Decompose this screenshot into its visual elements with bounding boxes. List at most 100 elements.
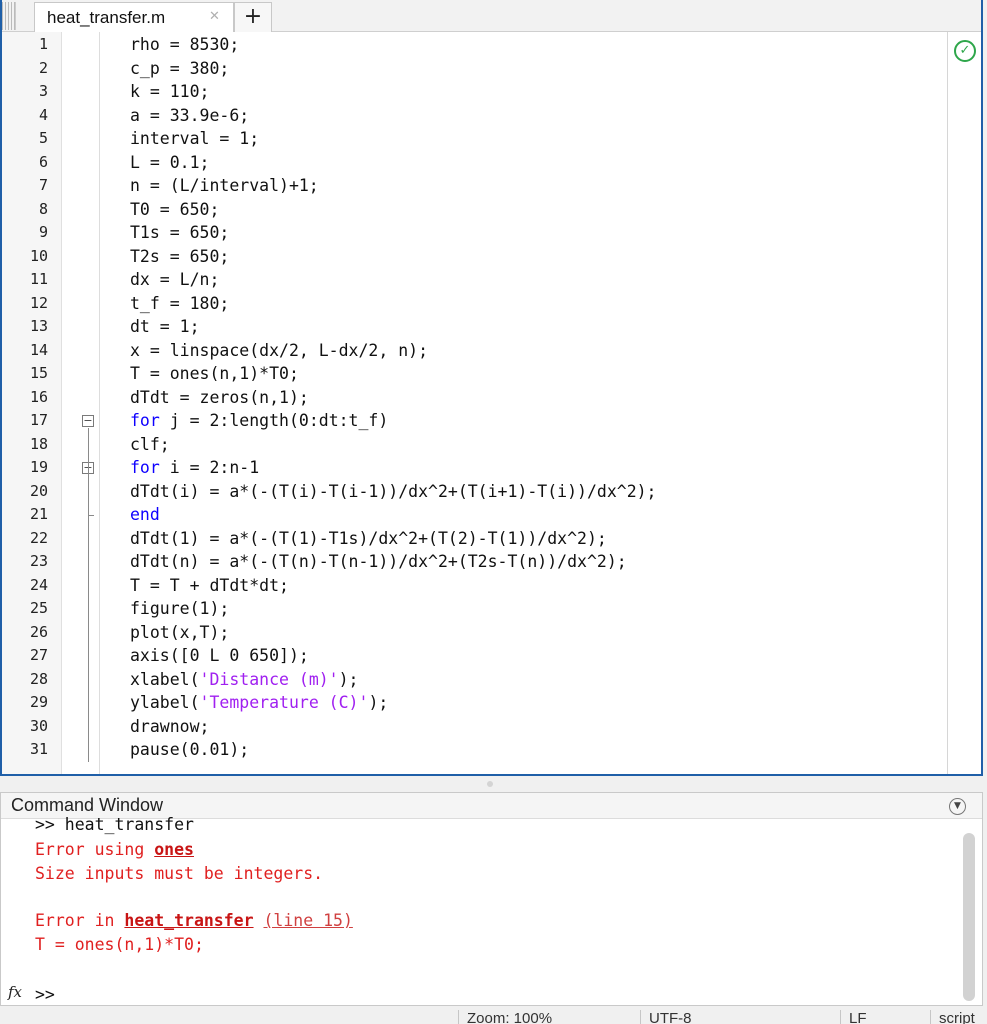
- file-type[interactable]: script: [930, 1010, 987, 1024]
- code-line[interactable]: interval = 1;: [130, 127, 259, 151]
- line-number[interactable]: 1: [2, 33, 48, 57]
- status-bar: Zoom: 100% UTF-8 LF script: [0, 1006, 987, 1024]
- code-line[interactable]: T2s = 650;: [130, 245, 229, 269]
- chevron-down-icon[interactable]: ▼: [949, 798, 966, 815]
- line-number[interactable]: 5: [2, 127, 48, 151]
- line-number[interactable]: 29: [2, 691, 48, 715]
- code-line[interactable]: ylabel('Temperature (C)');: [130, 691, 388, 715]
- code-line[interactable]: x = linspace(dx/2, L-dx/2, n);: [130, 339, 428, 363]
- code-line[interactable]: figure(1);: [130, 597, 229, 621]
- fold-guide: [88, 428, 89, 762]
- code-token: );: [338, 669, 359, 689]
- code-line[interactable]: T0 = 650;: [130, 198, 219, 222]
- line-number[interactable]: 21: [2, 503, 48, 527]
- code-line[interactable]: end: [130, 503, 160, 527]
- code-line[interactable]: n = (L/interval)+1;: [130, 174, 319, 198]
- line-number[interactable]: 19: [2, 456, 48, 480]
- code-line[interactable]: dTdt(i) = a*(-(T(i)-T(i-1))/dx^2+(T(i+1)…: [130, 480, 657, 504]
- error-line-1: Error using ones: [35, 838, 194, 862]
- code-line[interactable]: plot(x,T);: [130, 621, 229, 645]
- panel-splitter[interactable]: [0, 776, 987, 792]
- line-number[interactable]: 3: [2, 80, 48, 104]
- code-line[interactable]: dx = L/n;: [130, 268, 219, 292]
- close-icon[interactable]: ✕: [209, 9, 220, 24]
- splitter-handle-icon[interactable]: [487, 781, 493, 787]
- code-line[interactable]: dTdt(1) = a*(-(T(1)-T1s)/dx^2+(T(2)-T(1)…: [130, 527, 607, 551]
- code-line[interactable]: for i = 2:n-1: [130, 456, 259, 480]
- code-token: T0 = 650;: [130, 199, 220, 219]
- error-link-line[interactable]: (line 15): [263, 911, 352, 930]
- code-token: axis([0 L 0 650]);: [130, 646, 309, 665]
- line-number[interactable]: 24: [2, 574, 48, 598]
- code-line[interactable]: k = 110;: [130, 80, 209, 104]
- code-token: k = 110;: [130, 82, 210, 101]
- code-line[interactable]: T1s = 650;: [130, 221, 229, 245]
- zoom-level[interactable]: Zoom: 100%: [458, 1010, 636, 1024]
- code-token: drawnow;: [130, 716, 210, 736]
- line-number[interactable]: 22: [2, 527, 48, 551]
- error-message: Size inputs must be integers.: [35, 864, 324, 883]
- fold-toggle-icon[interactable]: −: [82, 415, 94, 427]
- eol-mode[interactable]: LF: [840, 1010, 930, 1024]
- fx-icon[interactable]: fx: [8, 983, 22, 1001]
- line-number[interactable]: 23: [2, 550, 48, 574]
- code-token: T = T + dTdt*dt;: [130, 575, 289, 595]
- encoding[interactable]: UTF-8: [640, 1010, 840, 1024]
- add-tab-button[interactable]: +: [234, 2, 272, 32]
- code-token: dTdt(n) = a*(-(T(n)-T(n-1))/dx^2+(T2s-T(…: [130, 552, 627, 571]
- line-number[interactable]: 13: [2, 315, 48, 339]
- code-line[interactable]: dTdt = zeros(n,1);: [130, 386, 309, 410]
- line-number[interactable]: 10: [2, 245, 48, 269]
- command-window: Command Window ▼ >> heat_transfer Error …: [0, 792, 983, 1006]
- code-line[interactable]: dt = 1;: [130, 315, 200, 339]
- code-line[interactable]: T = T + dTdt*dt;: [130, 574, 289, 598]
- code-token: T1s = 650;: [130, 223, 230, 242]
- code-line[interactable]: t_f = 180;: [130, 292, 229, 316]
- line-number[interactable]: 26: [2, 621, 48, 645]
- line-number[interactable]: 6: [2, 151, 48, 175]
- line-number[interactable]: 2: [2, 57, 48, 81]
- code-token: t_f = 180;: [130, 293, 230, 313]
- line-number[interactable]: 18: [2, 433, 48, 457]
- code-token: xlabel(: [130, 669, 200, 689]
- line-number[interactable]: 30: [2, 715, 48, 739]
- line-number[interactable]: 12: [2, 292, 48, 316]
- code-line[interactable]: dTdt(n) = a*(-(T(n)-T(n-1))/dx^2+(T2s-T(…: [130, 550, 627, 574]
- code-line[interactable]: rho = 8530;: [130, 33, 239, 57]
- line-number[interactable]: 17: [2, 409, 48, 433]
- line-number[interactable]: 27: [2, 644, 48, 668]
- tab-bar-grip-icon[interactable]: [2, 2, 16, 30]
- error-link-heat-transfer[interactable]: heat_transfer: [124, 911, 253, 930]
- line-number[interactable]: 25: [2, 597, 48, 621]
- code-line[interactable]: drawnow;: [130, 715, 209, 739]
- tab-heat-transfer[interactable]: heat_transfer.m ✕: [34, 2, 234, 32]
- code-token: i = 2:n-1: [159, 458, 260, 477]
- code-line[interactable]: xlabel('Distance (m)');: [130, 668, 359, 692]
- command-window-scrollbar[interactable]: [963, 833, 975, 1001]
- line-number[interactable]: 11: [2, 268, 48, 292]
- code-line[interactable]: pause(0.01);: [130, 738, 249, 762]
- line-number[interactable]: 14: [2, 339, 48, 363]
- error-in-prefix: Error in: [35, 911, 125, 930]
- code-line[interactable]: T = ones(n,1)*T0;: [130, 362, 299, 386]
- code-token: );: [368, 693, 389, 712]
- error-link-ones[interactable]: ones: [154, 840, 194, 859]
- check-icon[interactable]: ✓: [954, 40, 976, 62]
- code-line[interactable]: for j = 2:length(0:dt:t_f): [130, 409, 388, 433]
- code-line[interactable]: a = 33.9e-6;: [130, 104, 249, 128]
- line-number[interactable]: 15: [2, 362, 48, 386]
- code-analyzer-column: ✓: [947, 32, 981, 774]
- line-number[interactable]: 7: [2, 174, 48, 198]
- code-line[interactable]: axis([0 L 0 650]);: [130, 644, 309, 668]
- code-line[interactable]: c_p = 380;: [130, 57, 229, 81]
- line-number[interactable]: 8: [2, 198, 48, 222]
- code-line[interactable]: clf;: [130, 433, 170, 457]
- line-number[interactable]: 16: [2, 386, 48, 410]
- line-number[interactable]: 28: [2, 668, 48, 692]
- code-line[interactable]: L = 0.1;: [130, 151, 209, 175]
- line-number[interactable]: 20: [2, 480, 48, 504]
- line-number[interactable]: 31: [2, 738, 48, 762]
- line-number[interactable]: 4: [2, 104, 48, 128]
- command-prompt[interactable]: >>: [35, 985, 55, 1004]
- line-number[interactable]: 9: [2, 221, 48, 245]
